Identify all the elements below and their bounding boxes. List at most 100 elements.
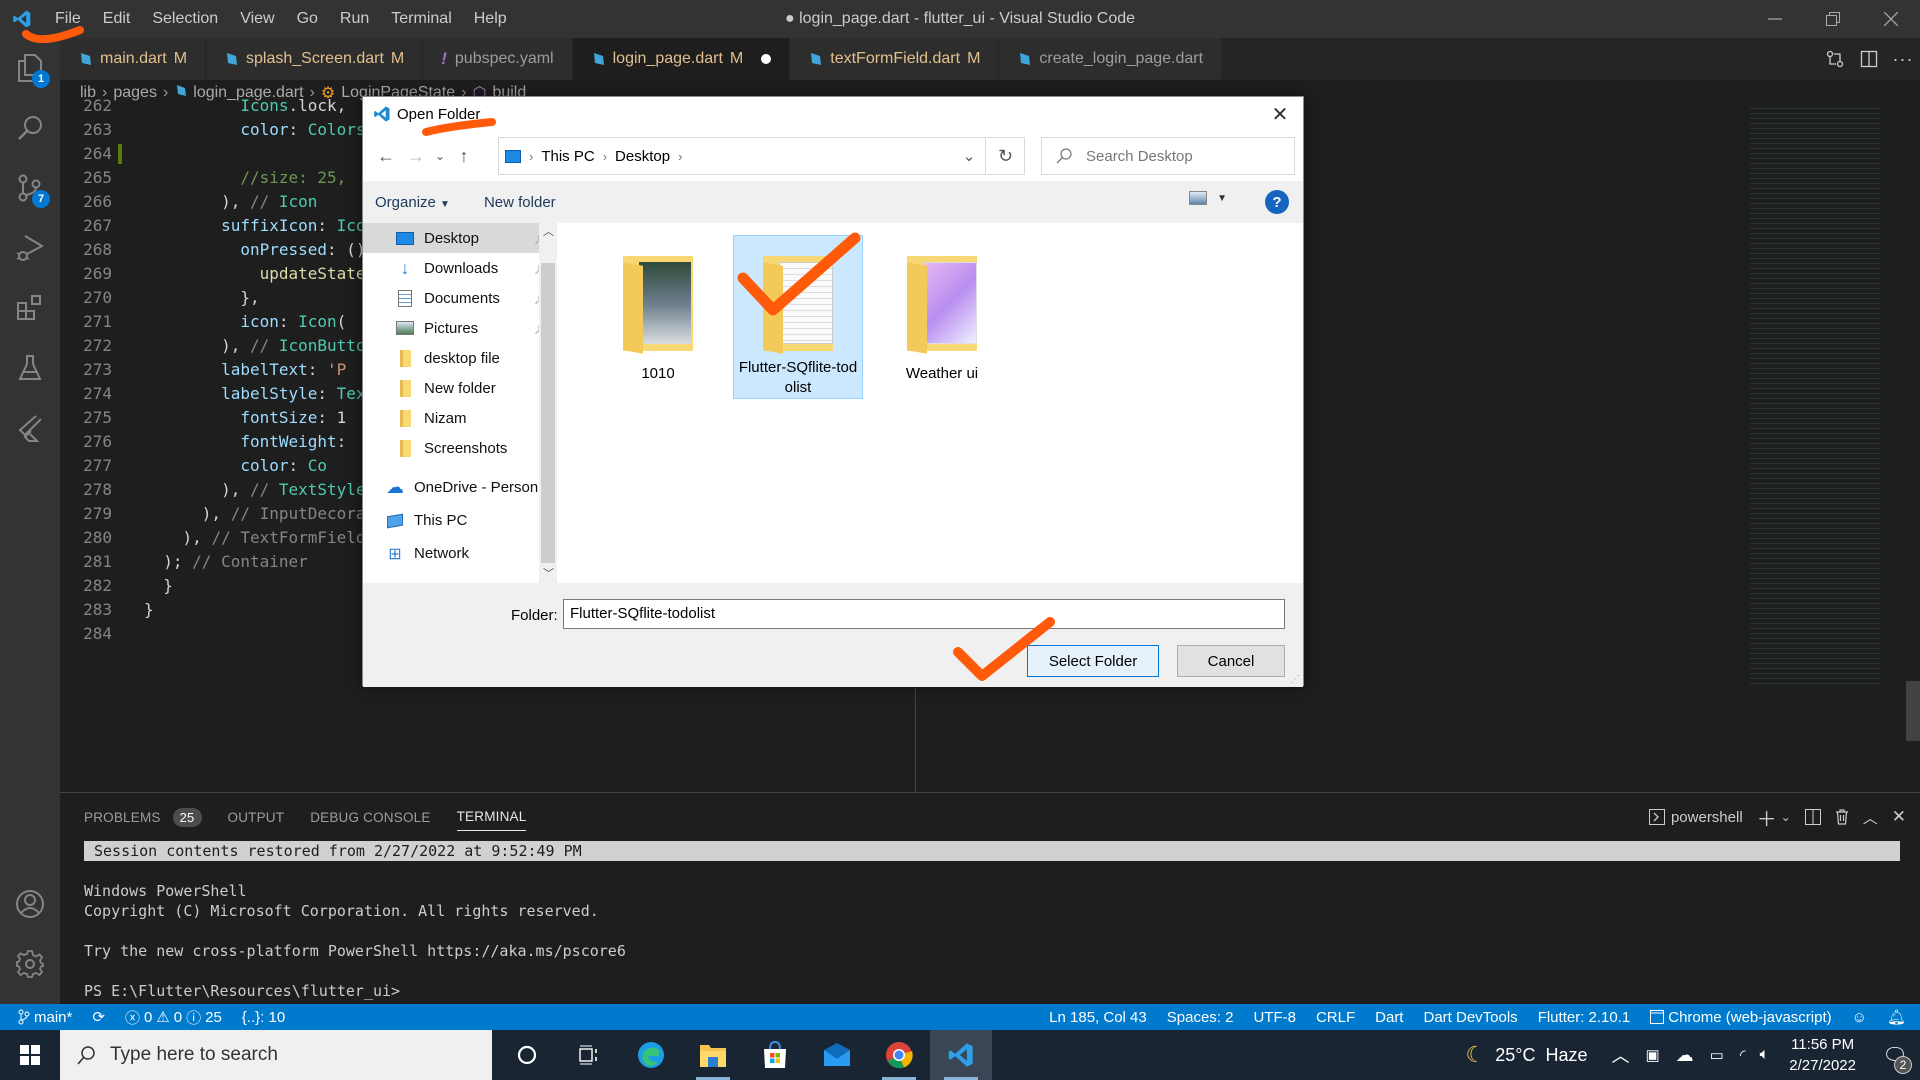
line-ending[interactable]: CRLF	[1306, 1009, 1365, 1026]
wifi-icon[interactable]: ◜	[1740, 1046, 1746, 1064]
editor-scrollbar[interactable]	[1906, 106, 1920, 792]
menu-help[interactable]: Help	[463, 0, 518, 38]
activity-extensions[interactable]	[0, 278, 60, 338]
tab-create-login-page-dart[interactable]: create_login_page.dart	[999, 38, 1223, 80]
nav-item-downloads[interactable]: ↓Downloads📌︎	[363, 253, 557, 283]
nav-item-nizam[interactable]: Nizam	[363, 403, 557, 433]
language-mode[interactable]: Dart	[1365, 1009, 1413, 1026]
resize-grip-icon[interactable]: ⋰	[1290, 674, 1300, 685]
folder-name-input[interactable]: Flutter-SQflite-todolist	[563, 599, 1285, 629]
folder-item[interactable]: Flutter-SQflite-todolist	[733, 235, 863, 399]
activity-source-control[interactable]: 7	[0, 158, 60, 218]
tab-terminal[interactable]: TERMINAL	[456, 803, 527, 831]
activity-accounts[interactable]	[0, 874, 60, 934]
address-dropdown-button[interactable]: ⌄	[953, 138, 985, 174]
meet-now-icon[interactable]: ▣	[1645, 1046, 1659, 1064]
encoding[interactable]: UTF-8	[1243, 1009, 1306, 1026]
vscode-app[interactable]	[930, 1030, 992, 1080]
nav-item-network[interactable]: ⊞ Network	[363, 537, 557, 570]
split-editor-button[interactable]	[1852, 38, 1886, 80]
start-button[interactable]	[0, 1030, 60, 1080]
activity-explorer[interactable]: 1	[0, 38, 60, 98]
onedrive-icon[interactable]: ☁	[1676, 1045, 1694, 1066]
taskbar-search[interactable]: Type here to search	[60, 1030, 492, 1080]
address-bar[interactable]: › This PC › Desktop › ⌄	[498, 137, 986, 175]
open-changes-button[interactable]	[1818, 38, 1852, 80]
volume-icon[interactable]: 🔈︎	[1760, 1046, 1770, 1064]
up-button[interactable]: ↑	[449, 141, 479, 171]
menu-edit[interactable]: Edit	[92, 0, 142, 38]
edge-app[interactable]	[620, 1030, 682, 1080]
minimize-button[interactable]	[1746, 0, 1804, 38]
clock[interactable]: 11:56 PM 2/27/2022	[1789, 1034, 1856, 1076]
indentation[interactable]: Spaces: 2	[1157, 1009, 1244, 1026]
scroll-up-icon[interactable]: ︿	[543, 223, 554, 239]
tab-debug-console[interactable]: DEBUG CONSOLE	[310, 803, 430, 831]
nav-item-desktop[interactable]: Desktop📌︎	[363, 223, 557, 253]
navigation-scrollbar[interactable]: ︿ ﹀	[539, 223, 557, 583]
chrome-app[interactable]	[868, 1030, 930, 1080]
nav-item-pictures[interactable]: Pictures📌︎	[363, 313, 557, 343]
menu-selection[interactable]: Selection	[141, 0, 229, 38]
nav-item-this-pc[interactable]: This PC	[363, 504, 557, 537]
tab-pubspec-yaml[interactable]: ! pubspec.yaml	[423, 38, 573, 80]
new-terminal-button[interactable]: ＋	[1757, 803, 1777, 832]
recent-locations-button[interactable]: ⌄	[431, 141, 449, 171]
tab-splash-screen-dart[interactable]: splash_Screen.dart M	[206, 38, 424, 80]
symbol-count[interactable]: {..}: 10	[232, 1009, 295, 1026]
nav-item-screenshots[interactable]: Screenshots	[363, 433, 557, 463]
forward-button[interactable]: →	[401, 141, 431, 171]
select-folder-button[interactable]: Select Folder	[1027, 645, 1159, 677]
tab-problems[interactable]: PROBLEMS 25	[84, 803, 202, 831]
problems-status[interactable]: ⓧ 0 ⚠ 0 ⓘ 25	[115, 1007, 232, 1028]
close-window-button[interactable]	[1862, 0, 1920, 38]
more-actions-button[interactable]: ···	[1886, 38, 1920, 80]
file-explorer-app[interactable]	[682, 1030, 744, 1080]
back-button[interactable]: ←	[371, 141, 401, 171]
battery-icon[interactable]: ▭	[1710, 1046, 1724, 1064]
device-selector[interactable]: Chrome (web-javascript)	[1640, 1009, 1841, 1026]
nav-item-documents[interactable]: Documents📌︎	[363, 283, 557, 313]
chevron-down-icon[interactable]: ⌄	[1781, 810, 1791, 824]
nav-item-new-folder[interactable]: New folder	[363, 373, 557, 403]
action-center-button[interactable]: 🗨︎ 2	[1870, 1043, 1920, 1074]
sync-button[interactable]: ⟳	[82, 1008, 115, 1026]
activity-run-debug[interactable]	[0, 218, 60, 278]
menu-view[interactable]: View	[229, 0, 285, 38]
tab-main-dart[interactable]: main.dart M	[60, 38, 207, 80]
menu-file[interactable]: File	[44, 0, 92, 38]
dialog-close-button[interactable]: ✕	[1257, 97, 1303, 131]
minimap[interactable]	[1750, 106, 1880, 686]
notifications-button[interactable]: 🔔︎	[1877, 1008, 1920, 1026]
terminal[interactable]: Session contents restored from 2/27/2022…	[84, 841, 1900, 1001]
weather-widget[interactable]: ☾ 25°C Haze	[1465, 1042, 1587, 1068]
maximize-panel-chevron-up-icon[interactable]: ︿	[1863, 807, 1878, 828]
unsaved-dot-icon[interactable]	[761, 54, 772, 64]
menu-terminal[interactable]: Terminal	[380, 0, 462, 38]
tab-textformfield-dart[interactable]: textFormField.dart M	[790, 38, 1000, 80]
new-folder-button[interactable]: New folder	[472, 194, 568, 211]
folder-item[interactable]: Weather ui	[877, 235, 1007, 399]
activity-search[interactable]	[0, 98, 60, 158]
refresh-button[interactable]: ↻	[987, 137, 1025, 175]
nav-item-onedrive-person[interactable]: ☁ OneDrive - Person	[363, 471, 557, 504]
git-branch[interactable]: main*	[0, 1009, 82, 1026]
tab-output[interactable]: OUTPUT	[228, 803, 285, 831]
nav-item-desktop-file[interactable]: desktop file	[363, 343, 557, 373]
task-view-button[interactable]	[558, 1030, 620, 1080]
activity-testing[interactable]	[0, 338, 60, 398]
scrollbar-thumb[interactable]	[1906, 681, 1920, 741]
store-app[interactable]	[744, 1030, 806, 1080]
activity-flutter[interactable]	[0, 398, 60, 458]
close-panel-icon[interactable]: ✕	[1892, 807, 1906, 827]
cancel-button[interactable]: Cancel	[1177, 645, 1285, 677]
menu-go[interactable]: Go	[286, 0, 329, 38]
organize-button[interactable]: Organize ▼	[363, 194, 462, 211]
mail-app[interactable]	[806, 1030, 868, 1080]
split-terminal-icon[interactable]	[1804, 809, 1821, 825]
trash-icon[interactable]	[1835, 809, 1849, 825]
restore-button[interactable]	[1804, 0, 1862, 38]
menu-run[interactable]: Run	[329, 0, 380, 38]
file-list[interactable]: 1010 Flutter-SQflite-todolist Weather ui	[557, 223, 1303, 583]
show-hidden-icons-chevron-up-icon[interactable]: ︿	[1611, 1042, 1629, 1068]
